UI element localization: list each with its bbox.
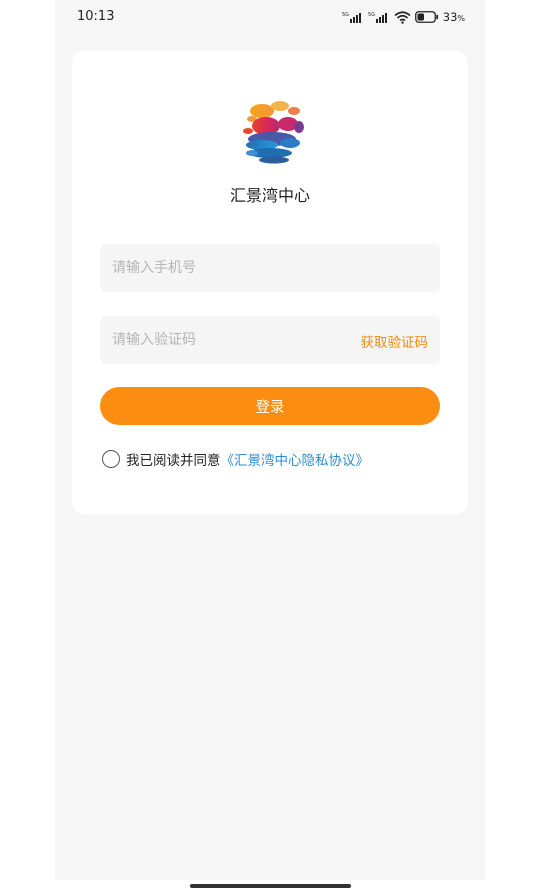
verification-code-field: 获取验证码 bbox=[100, 316, 440, 364]
login-card: 汇景湾中心 获取验证码 登录 我已阅读并同意 《汇景湾中心隐私协议》 bbox=[72, 51, 468, 514]
svg-text:5G: 5G bbox=[342, 12, 349, 18]
battery-percent-value: 33 bbox=[442, 10, 458, 24]
agreement-checkbox[interactable] bbox=[102, 450, 120, 468]
phone-field bbox=[100, 244, 440, 292]
login-button[interactable]: 登录 bbox=[100, 387, 440, 425]
app-screen: 10:13 5G 5G 33% 汇景湾中心 请输入手机号 请输入验证码 获取验证… bbox=[55, 0, 485, 880]
battery-percent: 33% bbox=[443, 10, 465, 24]
status-bar: 10:13 5G 5G 33% bbox=[55, 0, 485, 34]
svg-text:5G: 5G bbox=[368, 12, 375, 18]
signal-icon: 5G bbox=[342, 12, 361, 23]
verification-code-input[interactable] bbox=[112, 316, 332, 364]
home-indicator bbox=[190, 884, 351, 888]
phone-input[interactable] bbox=[112, 244, 332, 292]
signal-icon-2: 5G bbox=[368, 12, 387, 23]
agreement-row: 我已阅读并同意 《汇景湾中心隐私协议》 bbox=[102, 449, 369, 469]
app-name: 汇景湾中心 bbox=[229, 186, 310, 205]
privacy-policy-link[interactable]: 《汇景湾中心隐私协议》 bbox=[221, 449, 370, 469]
agreement-text: 我已阅读并同意 bbox=[126, 453, 221, 469]
app-logo bbox=[243, 101, 304, 164]
status-time: 10:13 bbox=[77, 9, 115, 24]
get-code-button[interactable]: 获取验证码 bbox=[361, 331, 429, 351]
wifi-icon bbox=[394, 10, 411, 24]
battery-percent-unit: % bbox=[457, 14, 465, 23]
status-icons: 5G 5G 33% bbox=[342, 9, 465, 25]
battery-icon bbox=[414, 11, 438, 23]
